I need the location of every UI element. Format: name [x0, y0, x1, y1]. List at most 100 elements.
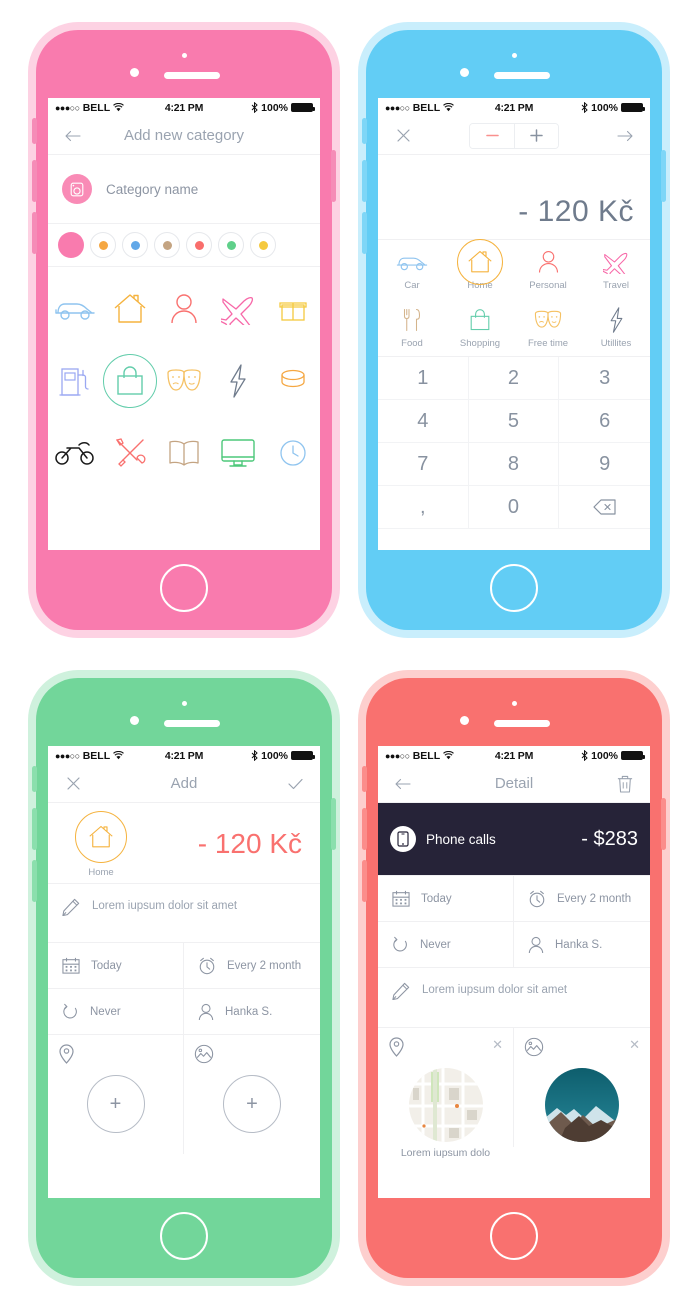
- add-photo-button[interactable]: +: [223, 1075, 281, 1133]
- icon-option-shopping-bag[interactable]: [102, 345, 158, 417]
- category-name-row[interactable]: Category name: [48, 155, 320, 223]
- icon-option-tools[interactable]: [102, 417, 156, 489]
- color-swatch-red[interactable]: [186, 232, 212, 258]
- icon-option-home[interactable]: [102, 273, 156, 345]
- photo-thumbnail[interactable]: [545, 1068, 619, 1142]
- attachment-photo[interactable]: +: [184, 1034, 320, 1154]
- power-button[interactable]: [661, 150, 666, 202]
- numeric-keypad[interactable]: 1 2 3 4 5 6 7 8 9 , 0: [378, 356, 650, 529]
- minus-button[interactable]: [470, 123, 514, 148]
- meta-repeat-interval[interactable]: Every 2 month: [184, 942, 320, 988]
- key-4[interactable]: 4: [378, 400, 469, 443]
- power-button[interactable]: [661, 798, 666, 850]
- category-travel[interactable]: Travel: [582, 240, 650, 298]
- attachment-location[interactable]: ✕ Lorem iupsum dolo: [378, 1027, 514, 1159]
- icon-option-bolt[interactable]: [211, 345, 265, 417]
- remove-photo-icon[interactable]: ✕: [629, 1037, 640, 1053]
- note-row[interactable]: Lorem iupsum dolor sit amet: [378, 967, 650, 1027]
- key-9[interactable]: 9: [559, 443, 650, 486]
- key-7[interactable]: 7: [378, 443, 469, 486]
- home-button[interactable]: [160, 564, 208, 612]
- back-button[interactable]: [390, 778, 416, 790]
- meta-person[interactable]: Hanka S.: [514, 921, 650, 967]
- key-3[interactable]: 3: [559, 357, 650, 400]
- volume-down-button[interactable]: [32, 860, 37, 902]
- category-name-input[interactable]: Category name: [106, 182, 198, 197]
- attachment-photo[interactable]: ✕: [514, 1027, 650, 1147]
- meta-reminder[interactable]: Never: [378, 921, 514, 967]
- category-free-time[interactable]: Free time: [514, 298, 582, 356]
- category-utilities[interactable]: Utillites: [582, 298, 650, 356]
- mute-switch[interactable]: [32, 118, 37, 144]
- key-backspace[interactable]: [559, 486, 650, 529]
- key-1[interactable]: 1: [378, 357, 469, 400]
- back-button[interactable]: [60, 130, 86, 142]
- meta-date[interactable]: Today: [48, 942, 184, 988]
- remove-location-icon[interactable]: ✕: [492, 1037, 503, 1053]
- key-2[interactable]: 2: [468, 357, 560, 400]
- color-swatch-green[interactable]: [218, 232, 244, 258]
- close-button[interactable]: [60, 777, 86, 790]
- icon-option-clock[interactable]: [266, 417, 320, 489]
- note-row[interactable]: Lorem iupsum dolor sit amet: [48, 884, 320, 942]
- category-car[interactable]: Car: [378, 240, 446, 298]
- home-button[interactable]: [490, 1212, 538, 1260]
- color-swatch-pink[interactable]: [58, 232, 84, 258]
- volume-up-button[interactable]: [362, 160, 367, 202]
- icon-option-plane[interactable]: [211, 273, 265, 345]
- color-swatch-tan[interactable]: [154, 232, 180, 258]
- key-8[interactable]: 8: [468, 443, 560, 486]
- key-comma[interactable]: ,: [378, 486, 469, 529]
- close-button[interactable]: [390, 129, 416, 142]
- meta-reminder[interactable]: Never: [48, 988, 184, 1034]
- selected-category[interactable]: Home: [62, 810, 140, 878]
- mute-switch[interactable]: [32, 766, 37, 792]
- icon-option-fuel[interactable]: [48, 345, 102, 417]
- sign-toggle-group[interactable]: [469, 122, 559, 149]
- volume-up-button[interactable]: [362, 808, 367, 850]
- power-button[interactable]: [331, 798, 336, 850]
- icon-option-masks[interactable]: [157, 345, 211, 417]
- icon-option-person[interactable]: [157, 273, 211, 345]
- category-home[interactable]: Home: [446, 239, 514, 298]
- next-button[interactable]: [612, 130, 638, 142]
- volume-down-button[interactable]: [32, 212, 37, 254]
- icon-option-coins[interactable]: [266, 345, 320, 417]
- plus-button[interactable]: [514, 123, 558, 148]
- category-personal[interactable]: Personal: [514, 240, 582, 298]
- key-5[interactable]: 5: [468, 400, 560, 443]
- icon-option-gift[interactable]: [266, 273, 320, 345]
- category-picker[interactable]: Car Home Personal Travel Food Shopping F…: [378, 239, 650, 356]
- meta-date[interactable]: Today: [378, 875, 514, 921]
- icon-option-monitor[interactable]: [211, 417, 265, 489]
- icon-option-book[interactable]: [157, 417, 211, 489]
- color-swatch-row[interactable]: [48, 224, 320, 266]
- key-6[interactable]: 6: [559, 400, 650, 443]
- map-thumbnail[interactable]: [408, 1068, 483, 1142]
- volume-up-button[interactable]: [32, 160, 37, 202]
- volume-up-button[interactable]: [32, 808, 37, 850]
- mute-switch[interactable]: [362, 118, 367, 144]
- meta-repeat-interval[interactable]: Every 2 month: [514, 875, 650, 921]
- home-button[interactable]: [160, 1212, 208, 1260]
- home-button[interactable]: [490, 564, 538, 612]
- color-swatch-blue[interactable]: [122, 232, 148, 258]
- delete-button[interactable]: [612, 775, 638, 793]
- volume-down-button[interactable]: [362, 860, 367, 902]
- volume-down-button[interactable]: [362, 212, 367, 254]
- power-button[interactable]: [331, 150, 336, 202]
- category-food[interactable]: Food: [378, 298, 446, 356]
- color-swatch-orange[interactable]: [90, 232, 116, 258]
- attachment-location[interactable]: +: [48, 1034, 184, 1154]
- icon-option-motorbike[interactable]: [48, 417, 102, 489]
- confirm-button[interactable]: [282, 778, 308, 790]
- key-0[interactable]: 0: [468, 486, 560, 529]
- icon-option-car[interactable]: [48, 273, 102, 345]
- amount-value[interactable]: - 120 Kč: [140, 828, 306, 860]
- color-swatch-yellow[interactable]: [250, 232, 276, 258]
- meta-person[interactable]: Hanka S.: [184, 988, 320, 1034]
- mute-switch[interactable]: [362, 766, 367, 792]
- add-location-button[interactable]: +: [86, 1075, 145, 1133]
- category-shopping[interactable]: Shopping: [446, 298, 514, 356]
- note-input[interactable]: Lorem iupsum dolor sit amet: [92, 898, 237, 912]
